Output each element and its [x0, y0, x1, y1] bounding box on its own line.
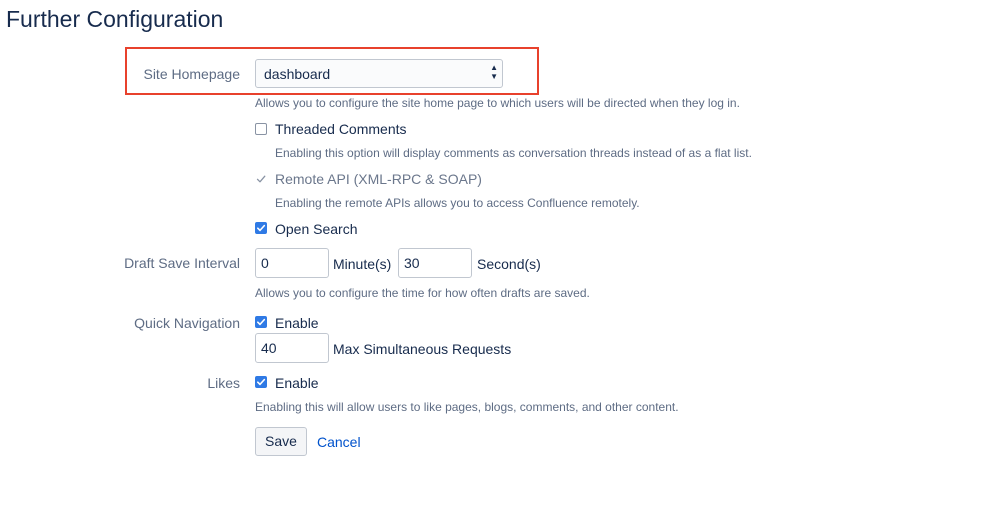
max-requests-input[interactable] [255, 333, 329, 363]
open-search-label[interactable]: Open Search [275, 221, 358, 237]
site-homepage-value: dashboard [264, 66, 331, 82]
quick-navigation-enable-label[interactable]: Enable [275, 315, 319, 331]
checkmark-icon [257, 224, 266, 232]
draft-minutes-input[interactable] [255, 248, 329, 278]
minutes-unit-label: Minute(s) [333, 256, 392, 272]
quick-navigation-checkbox[interactable] [255, 316, 267, 328]
site-homepage-select[interactable]: dashboard ▲ ▼ [255, 59, 503, 88]
checkmark-icon [256, 175, 266, 183]
save-button[interactable]: Save [255, 427, 307, 456]
checkmark-icon [257, 378, 266, 386]
likes-enable-label[interactable]: Enable [275, 375, 319, 391]
likes-description: Enabling this will allow users to like p… [255, 400, 679, 414]
draft-seconds-input[interactable] [398, 248, 472, 278]
cancel-link[interactable]: Cancel [317, 434, 361, 450]
quick-navigation-label: Quick Navigation [134, 315, 240, 331]
site-homepage-label: Site Homepage [143, 66, 240, 82]
remote-api-description: Enabling the remote APIs allows you to a… [275, 196, 640, 210]
threaded-comments-label[interactable]: Threaded Comments [275, 121, 407, 137]
page-title: Further Configuration [6, 6, 224, 32]
seconds-unit-label: Second(s) [477, 256, 541, 272]
likes-checkbox[interactable] [255, 376, 267, 388]
open-search-checkbox[interactable] [255, 222, 267, 234]
max-requests-label: Max Simultaneous Requests [333, 341, 512, 357]
draft-save-interval-label: Draft Save Interval [124, 255, 240, 271]
site-homepage-description: Allows you to configure the site home pa… [255, 96, 740, 110]
draft-save-description: Allows you to configure the time for how… [255, 286, 590, 300]
remote-api-checkbox [255, 173, 267, 185]
threaded-comments-checkbox[interactable] [255, 123, 267, 135]
checkmark-icon [257, 318, 266, 326]
threaded-comments-description: Enabling this option will display commen… [275, 146, 752, 160]
remote-api-label: Remote API (XML-RPC & SOAP) [275, 171, 482, 187]
likes-label: Likes [207, 375, 240, 391]
select-arrows-icon: ▲ ▼ [490, 63, 498, 81]
